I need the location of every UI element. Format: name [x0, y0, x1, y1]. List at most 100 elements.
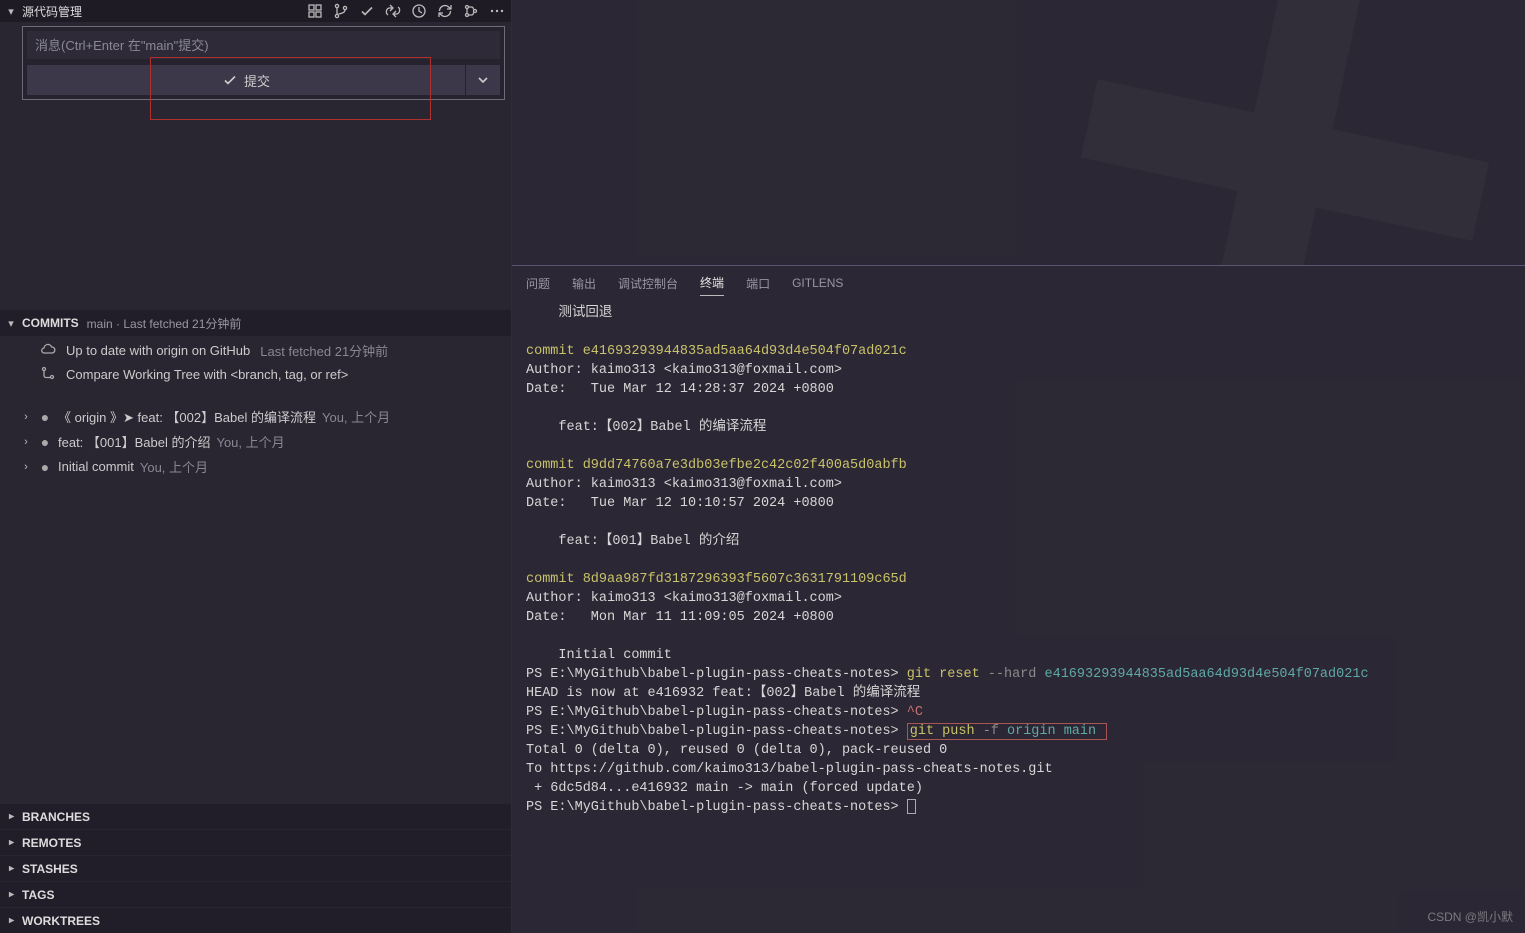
- section-title: BRANCHES: [22, 810, 90, 824]
- terminal-line: commit d9dd74760a7e3db03efbe2c42c02f400a…: [526, 458, 907, 473]
- view-tree-icon[interactable]: [307, 3, 323, 19]
- section-title: STASHES: [22, 862, 78, 876]
- terminal-arg: origin main: [999, 724, 1096, 739]
- terminal-output[interactable]: 测试回退 commit e41693293944835ad5aa64d93d4e…: [512, 300, 1525, 933]
- scm-title: 源代码管理: [22, 3, 307, 20]
- chevron-right-icon: ›: [20, 436, 32, 448]
- sync-status-meta: Last fetched 21分钟前: [260, 341, 388, 360]
- section-title: TAGS: [22, 888, 54, 902]
- chevron-down-icon: ▾: [4, 317, 18, 330]
- panel-tabs: 问题 输出 调试控制台 终端 端口 GITLENS: [512, 266, 1525, 300]
- section-title: REMOTES: [22, 836, 81, 850]
- commit-row[interactable]: › ● feat: 【001】Babel 的介绍 You, 上个月: [0, 429, 511, 454]
- commit-message: Initial commit: [58, 459, 134, 474]
- branches-section-header[interactable]: ▾ BRANCHES: [0, 803, 511, 829]
- more-icon[interactable]: [489, 3, 505, 19]
- annotation-highlight: git push -f origin main: [907, 723, 1107, 740]
- terminal-line: To https://github.com/kaimo313/babel-plu…: [526, 762, 1053, 777]
- remotes-section-header[interactable]: ▾ REMOTES: [0, 829, 511, 855]
- tab-debug[interactable]: 调试控制台: [618, 271, 678, 296]
- rebase-icon[interactable]: [463, 3, 479, 19]
- commit-dropdown-button[interactable]: [466, 65, 500, 95]
- terminal-line: + 6dc5d84...e416932 main -> main (forced…: [526, 781, 923, 796]
- commit-message-input[interactable]: [27, 31, 500, 59]
- terminal-line: HEAD is now at e416932 feat:【002】Babel 的…: [526, 686, 920, 701]
- sync-arrows-icon[interactable]: [385, 3, 401, 19]
- commit-message: 《 origin 》➤ feat: 【002】Babel 的编译流程: [58, 407, 316, 426]
- terminal-line: Author: kaimo313 <kaimo313@foxmail.com>: [526, 591, 842, 606]
- commit-meta: You, 上个月: [216, 432, 284, 451]
- chevron-right-icon: ▾: [5, 888, 18, 902]
- cloud-icon: [40, 341, 56, 360]
- terminal-arg: e41693293944835ad5aa64d93d4e504f07ad021c: [1036, 667, 1368, 682]
- compare-icon: [40, 365, 56, 384]
- terminal-line: Date: Tue Mar 12 10:10:57 2024 +0800: [526, 496, 834, 511]
- history-icon[interactable]: [411, 3, 427, 19]
- terminal-line: Initial commit: [526, 648, 672, 663]
- commits-section-header[interactable]: ▾ COMMITS main · Last fetched 21分钟前: [0, 310, 511, 336]
- terminal-flag: -f: [983, 724, 999, 739]
- terminal-line: Author: kaimo313 <kaimo313@foxmail.com>: [526, 477, 842, 492]
- commit-dot-icon: ●: [38, 409, 52, 425]
- commit-button[interactable]: 提交: [27, 65, 465, 95]
- compare-text: Compare Working Tree with <branch, tag, …: [66, 367, 348, 382]
- commit-meta: You, 上个月: [322, 407, 390, 426]
- terminal-line: 测试回退: [526, 306, 612, 321]
- commits-section-meta: main · Last fetched 21分钟前: [87, 315, 242, 332]
- terminal-cmd: ^C: [907, 705, 923, 720]
- commit-dot-icon: ●: [38, 459, 52, 475]
- terminal-cmd: git push: [910, 724, 983, 739]
- commit-message: feat: 【001】Babel 的介绍: [58, 432, 210, 451]
- scm-sidebar: ▾ 源代码管理 提交: [0, 0, 512, 933]
- terminal-cursor: [907, 799, 916, 814]
- sync-status-row[interactable]: Up to date with origin on GitHub Last fe…: [0, 338, 511, 362]
- stashes-section-header[interactable]: ▾ STASHES: [0, 855, 511, 881]
- terminal-line: Total 0 (delta 0), reused 0 (delta 0), p…: [526, 743, 947, 758]
- chevron-right-icon: ▾: [5, 836, 18, 850]
- chevron-right-icon: ▾: [5, 862, 18, 876]
- chevron-right-icon: ›: [20, 411, 32, 423]
- branch-icon[interactable]: [333, 3, 349, 19]
- terminal-line: Author: kaimo313 <kaimo313@foxmail.com>: [526, 363, 842, 378]
- commits-section-title: COMMITS: [22, 316, 79, 330]
- chevron-down-icon[interactable]: ▾: [4, 5, 18, 18]
- tab-output[interactable]: 输出: [572, 271, 596, 296]
- commit-row[interactable]: › ● Initial commit You, 上个月: [0, 454, 511, 479]
- terminal-cmd: git reset: [907, 667, 988, 682]
- terminal-line: Date: Mon Mar 11 11:09:05 2024 +0800: [526, 610, 834, 625]
- terminal-line: feat:【002】Babel 的编译流程: [526, 420, 766, 435]
- commit-meta: You, 上个月: [140, 457, 208, 476]
- terminal-prompt: PS E:\MyGithub\babel-plugin-pass-cheats-…: [526, 724, 907, 739]
- tags-section-header[interactable]: ▾ TAGS: [0, 881, 511, 907]
- terminal-line: feat:【001】Babel 的介绍: [526, 534, 739, 549]
- check-icon[interactable]: [359, 3, 375, 19]
- compare-row[interactable]: Compare Working Tree with <branch, tag, …: [0, 362, 511, 386]
- sync-status-text: Up to date with origin on GitHub: [66, 343, 250, 358]
- tab-gitlens[interactable]: GITLENS: [792, 272, 843, 294]
- scm-commit-box: 提交: [22, 26, 505, 100]
- tab-terminal[interactable]: 终端: [700, 270, 724, 296]
- editor-area: [512, 0, 1525, 265]
- tab-problems[interactable]: 问题: [526, 271, 550, 296]
- editor-terminal-area: 问题 输出 调试控制台 终端 端口 GITLENS 测试回退 commit e4…: [512, 0, 1525, 933]
- commit-dot-icon: ●: [38, 434, 52, 450]
- watermark: CSDN @凯小默: [1427, 908, 1513, 925]
- terminal-line: commit 8d9aa987fd3187296393f5607c3631791…: [526, 572, 907, 587]
- worktrees-section-header[interactable]: ▾ WORKTREES: [0, 907, 511, 933]
- commit-button-label: 提交: [244, 71, 270, 90]
- commits-body: Up to date with origin on GitHub Last fe…: [0, 336, 511, 481]
- terminal-line: commit e41693293944835ad5aa64d93d4e504f0…: [526, 344, 907, 359]
- terminal-prompt: PS E:\MyGithub\babel-plugin-pass-cheats-…: [526, 667, 907, 682]
- chevron-right-icon: ▾: [5, 914, 18, 928]
- chevron-right-icon: ▾: [5, 810, 18, 824]
- terminal-prompt: PS E:\MyGithub\babel-plugin-pass-cheats-…: [526, 705, 907, 720]
- terminal-line: Date: Tue Mar 12 14:28:37 2024 +0800: [526, 382, 834, 397]
- terminal-flag: --hard: [988, 667, 1037, 682]
- commit-row[interactable]: › ● 《 origin 》➤ feat: 【002】Babel 的编译流程 Y…: [0, 404, 511, 429]
- terminal-prompt: PS E:\MyGithub\babel-plugin-pass-cheats-…: [526, 800, 907, 815]
- tab-ports[interactable]: 端口: [746, 271, 770, 296]
- section-title: WORKTREES: [22, 914, 100, 928]
- refresh-icon[interactable]: [437, 3, 453, 19]
- scm-header: ▾ 源代码管理: [0, 0, 511, 22]
- chevron-right-icon: ›: [20, 461, 32, 473]
